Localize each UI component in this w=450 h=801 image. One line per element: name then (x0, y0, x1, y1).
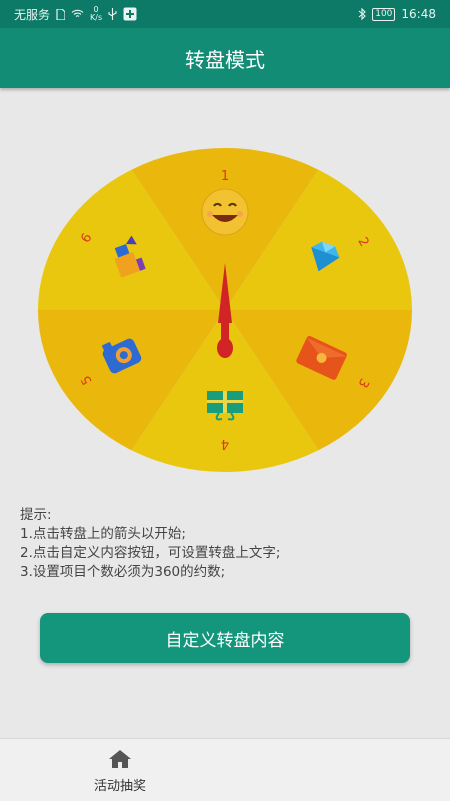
nav-item-label: 活动抽奖 (93, 779, 146, 794)
customize-wheel-button[interactable]: 自定义转盘内容 (40, 613, 410, 663)
tips-line-1: 1.点击转盘上的箭头以开始; (20, 526, 186, 542)
sim-icon (56, 8, 66, 20)
spin-wheel[interactable]: 1 2 3 4 5 6 (38, 148, 412, 473)
battery-icon: 100 (372, 7, 396, 21)
tips-text-block: 提示: 1.点击转盘上的箭头以开始; 2.点击自定义内容按钮，可设置转盘上文字;… (20, 506, 280, 582)
bluetooth-icon (358, 8, 367, 20)
carrier-text: 无服务 (14, 7, 51, 22)
usb-icon (108, 8, 117, 20)
tips-title: 提示: (20, 507, 52, 523)
smiley-emoji-icon (201, 188, 249, 236)
nav-item-lottery[interactable]: 活动抽奖 (80, 749, 160, 797)
wheel-svg: 1 2 3 4 5 6 (38, 148, 412, 473)
net-speed: 0 K/s (90, 5, 103, 22)
bottom-navigation: 活动抽奖 (0, 738, 450, 801)
customize-wheel-button-label: 自定义转盘内容 (165, 630, 285, 651)
wifi-icon (71, 9, 84, 17)
status-bar: 无服务 0 K/s 100 16:48 (0, 0, 450, 28)
page-title: 转盘模式 (185, 47, 265, 72)
app-notification-icon (123, 7, 137, 21)
segment-label-1: 1 (221, 169, 229, 184)
tips-line-3: 3.设置项目个数必须为360的约数; (20, 564, 226, 580)
clock-time: 16:48 (401, 7, 436, 21)
app-bar: 转盘模式 (0, 28, 450, 88)
home-icon (109, 750, 131, 768)
segment-label-4: 4 (221, 436, 229, 451)
tips-line-2: 2.点击自定义内容按钮，可设置转盘上文字; (20, 545, 281, 561)
